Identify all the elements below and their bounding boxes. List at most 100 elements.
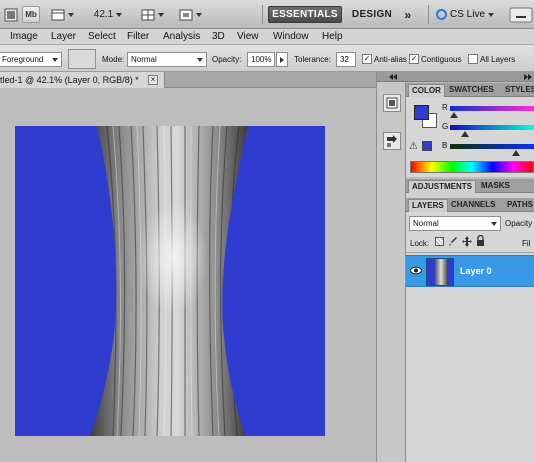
tab-masks[interactable]: MASKS [478, 180, 513, 193]
divider [406, 252, 534, 253]
color-spectrum-bar[interactable] [410, 161, 534, 173]
lock-all-padlock-icon[interactable] [476, 235, 485, 247]
contiguous-checkbox[interactable]: ✓ [409, 54, 419, 64]
tree-bark-texture [90, 126, 248, 436]
more-workspaces-button[interactable]: » [400, 6, 416, 23]
menu-window[interactable]: Window [273, 31, 309, 42]
history-panel-button[interactable] [383, 94, 401, 112]
tolerance-label: Tolerance: [294, 55, 331, 64]
actions-panel-button[interactable] [383, 132, 401, 150]
cs-live-label: CS Live [450, 9, 486, 20]
blue-channel-slider[interactable] [450, 144, 534, 149]
tab-color[interactable]: COLOR [408, 84, 445, 97]
collapsed-panel-dock [376, 72, 406, 462]
tab-adjustments[interactable]: ADJUSTMENTS [408, 180, 477, 193]
menu-select[interactable]: Select [88, 31, 116, 42]
out-of-gamut-warning-icon[interactable]: ⚠ [409, 141, 418, 152]
tolerance-field[interactable]: 32 [336, 52, 356, 67]
layer-row[interactable]: Layer 0 [406, 255, 534, 287]
chevron-down-icon [197, 57, 203, 62]
zoom-level-value: 42.1 [93, 9, 114, 20]
screen-mode-icon [179, 9, 192, 20]
green-channel-slider[interactable] [450, 125, 534, 130]
menu-analysis[interactable]: Analysis [163, 31, 200, 42]
contiguous-label: Contiguous [421, 55, 462, 64]
zoom-level-dropdown[interactable]: 42.1 [92, 6, 124, 23]
color-panel: R G ⚠ B [406, 97, 534, 177]
panel-dock-header[interactable] [406, 72, 534, 82]
bridge-icon[interactable] [4, 6, 18, 23]
chevron-down-icon [157, 12, 164, 17]
workspace-essentials-button[interactable]: ESSENTIALS [268, 6, 342, 23]
dock-header[interactable] [377, 72, 406, 82]
tab-paths[interactable]: PATHS [504, 199, 534, 212]
opacity-field[interactable]: 100% [247, 52, 275, 67]
lock-image-brush-icon[interactable] [448, 236, 458, 247]
screen-mode-button[interactable] [178, 6, 202, 23]
menu-layer[interactable]: Layer [51, 31, 76, 42]
menu-help[interactable]: Help [322, 31, 343, 42]
red-channel-slider[interactable] [450, 106, 534, 111]
options-bar: Foreground Mode: Normal Opacity: 100% To… [0, 45, 534, 72]
opacity-slider-button[interactable] [276, 52, 288, 67]
cs-live-button[interactable]: CS Live [436, 6, 502, 23]
application-bar: Mb 42.1 ESSENTIALS DESIGN » CS Live [0, 0, 534, 29]
chevron-down-icon [488, 12, 495, 17]
mode-value: Normal [131, 55, 157, 64]
fill-source-select[interactable]: Foreground [0, 52, 62, 67]
tolerance-value: 32 [340, 55, 349, 64]
menu-image[interactable]: Image [10, 31, 38, 42]
mode-select[interactable]: Normal [127, 52, 207, 67]
layer-name[interactable]: Layer 0 [460, 266, 492, 276]
panel-dock: COLOR SWATCHES STYLES R G ⚠ B ADJUSTMENT… [406, 72, 534, 462]
pattern-picker[interactable] [68, 49, 96, 69]
layer-thumbnail [426, 258, 454, 286]
tab-layers[interactable]: LAYERS [408, 199, 448, 212]
layer-opacity-label: Opacity [505, 219, 533, 228]
workspace-design-button[interactable]: DESIGN [350, 6, 394, 23]
tab-swatches[interactable]: SWATCHES [446, 84, 497, 97]
lock-position-move-icon[interactable] [462, 236, 472, 247]
history-icon [386, 97, 398, 109]
antialias-label: Anti-alias [374, 55, 407, 64]
gamut-correction-swatch[interactable] [422, 141, 432, 151]
foreground-color-swatch[interactable] [414, 105, 429, 120]
canvas-area[interactable] [0, 88, 378, 462]
chevron-down-icon [116, 12, 123, 17]
green-channel-label: G [442, 122, 449, 131]
eye-visibility-icon[interactable] [410, 266, 422, 275]
menu-filter[interactable]: Filter [127, 31, 149, 42]
close-tab-button[interactable]: × [148, 75, 158, 85]
mini-bridge-button[interactable]: Mb [22, 6, 40, 23]
fill-source-value: Foreground [2, 55, 44, 64]
layers-panel: Normal Opacity Lock: Fil Layer 0 [406, 212, 534, 462]
document-tab[interactable]: tled-1 @ 42.1% (Layer 0, RGB/8) * [0, 72, 165, 88]
opacity-value: 100% [251, 55, 272, 64]
antialias-checkbox[interactable]: ✓ [362, 54, 372, 64]
layers-panel-tabs: LAYERS CHANNELS PATHS [406, 198, 534, 212]
color-panel-tabs: COLOR SWATCHES STYLES [406, 83, 534, 97]
lock-transparency-icon[interactable] [435, 237, 444, 246]
document-tab-title: tled-1 @ 42.1% (Layer 0, RGB/8) * [0, 75, 139, 85]
document-image[interactable] [15, 126, 325, 436]
opacity-label: Opacity: [212, 55, 242, 64]
menu-3d[interactable]: 3D [212, 31, 225, 42]
menu-view[interactable]: View [237, 31, 259, 42]
divider [262, 5, 263, 24]
view-extras-icon [51, 9, 64, 20]
chevron-down-icon [491, 221, 497, 226]
minimize-button[interactable] [508, 6, 534, 23]
arrange-documents-button[interactable] [140, 6, 164, 23]
tab-styles[interactable]: STYLES [502, 84, 534, 97]
tab-channels[interactable]: CHANNELS [448, 199, 498, 212]
view-extras-button[interactable] [50, 6, 74, 23]
fill-label: Fil [522, 239, 531, 248]
all-layers-label: All Layers [480, 55, 516, 64]
layer-thumbnail-trunk [435, 259, 447, 285]
blend-mode-select[interactable]: Normal [409, 216, 501, 231]
blue-channel-thumb[interactable] [511, 150, 520, 156]
green-channel-thumb[interactable] [461, 131, 470, 137]
red-channel-thumb[interactable] [450, 112, 459, 118]
all-layers-checkbox[interactable] [468, 54, 478, 64]
divider [428, 5, 429, 24]
